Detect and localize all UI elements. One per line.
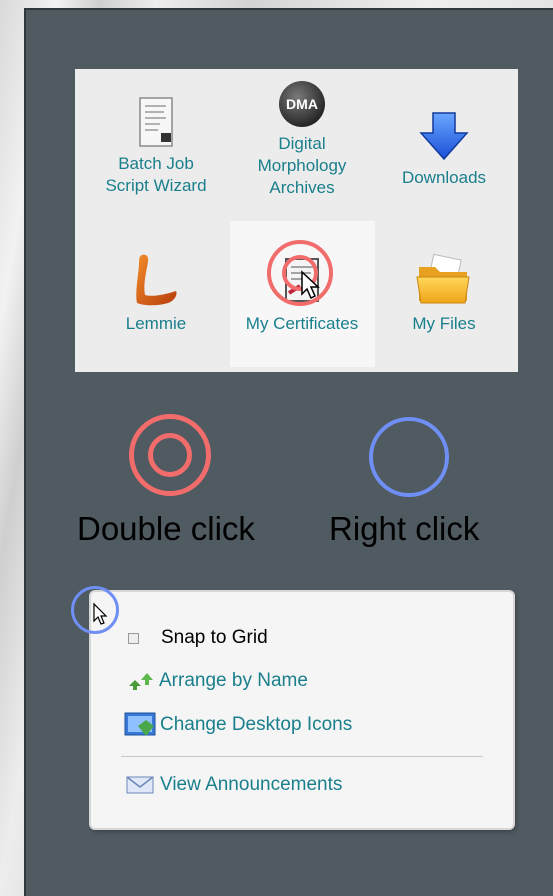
desktop-icons-icon	[124, 712, 156, 736]
lemmie-logo-icon	[136, 254, 177, 306]
desktop-icon-batch-job-script-wizard[interactable]: Batch Job Script Wizard	[83, 97, 229, 197]
desktop-icon-label: My Certificates	[245, 314, 359, 333]
menu-item-label: View Announcements	[160, 774, 343, 795]
arrange-arrows-icon	[129, 673, 153, 690]
desktop-icon-grid: Batch Job Script Wizard DMA Digital Morp…	[75, 69, 518, 372]
menu-item-label: Change Desktop Icons	[160, 714, 353, 735]
desktop-icon-label: Lemmie	[125, 314, 187, 333]
desktop-icon-label: Batch Job Script Wizard	[105, 154, 207, 195]
checkbox-icon	[128, 632, 139, 644]
script-document-icon	[139, 97, 173, 147]
mouse-pointer-icon	[93, 602, 108, 625]
double-click-legend-inner-ring	[148, 433, 192, 477]
download-arrow-icon	[419, 112, 469, 161]
desktop-context-menu: Snap to Grid Arrange by Name Change Desk…	[91, 592, 513, 828]
menu-item-snap-to-grid[interactable]: Snap to Grid	[128, 627, 268, 649]
dma-disc-icon: DMA	[279, 81, 325, 127]
double-click-label: Double click	[77, 510, 255, 547]
menu-item-label: Snap to Grid	[161, 627, 268, 648]
desktop-icon-label: Downloads	[401, 168, 487, 187]
menu-item-change-desktop-icons[interactable]: Change Desktop Icons	[124, 712, 352, 738]
desktop-icon-downloads[interactable]: Downloads	[371, 111, 517, 189]
desktop-icon-digital-morphology-archives[interactable]: DMA Digital Morphology Archives	[229, 79, 375, 199]
mouse-pointer-icon	[301, 270, 320, 300]
menu-item-arrange-by-name[interactable]: Arrange by Name	[127, 670, 308, 692]
folder-icon	[416, 253, 470, 304]
dma-badge-text: DMA	[286, 96, 318, 112]
menu-item-label: Arrange by Name	[159, 670, 308, 691]
desktop-icon-label: Digital Morphology Archives	[257, 134, 347, 197]
menu-item-view-announcements[interactable]: View Announcements	[126, 774, 342, 796]
desktop-icon-lemmie[interactable]: Lemmie	[83, 253, 229, 335]
envelope-icon	[126, 776, 154, 794]
desktop-icon-label: My Files	[412, 314, 476, 333]
right-click-legend-ring	[369, 417, 449, 497]
menu-divider	[121, 756, 483, 757]
desktop-icon-my-files[interactable]: My Files	[371, 253, 517, 335]
right-click-label: Right click	[329, 510, 480, 547]
